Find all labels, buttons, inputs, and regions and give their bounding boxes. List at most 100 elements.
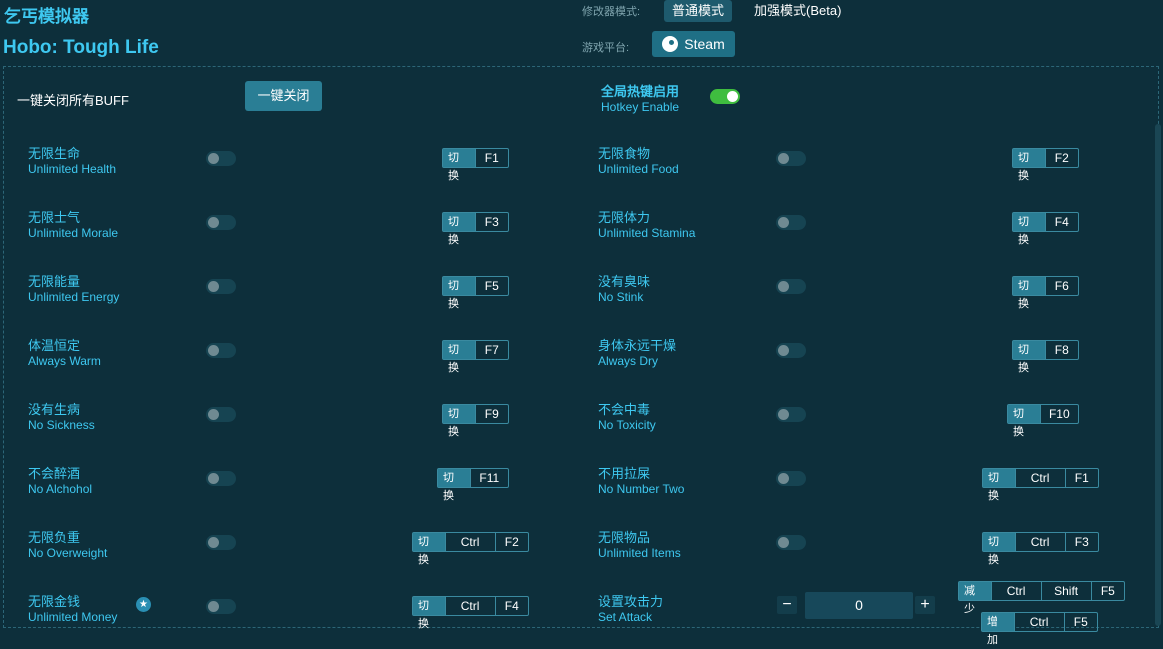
hotkey-key: F11 bbox=[469, 469, 508, 487]
toggle-knob bbox=[208, 345, 219, 356]
cheat-name-en: Unlimited Morale bbox=[28, 226, 119, 240]
hotkey-mode-label: 切换 bbox=[413, 533, 445, 566]
hotkey-key: F8 bbox=[1044, 341, 1078, 359]
normal-mode-button[interactable]: 普通模式 bbox=[664, 0, 733, 22]
hotkey-key: F5 bbox=[474, 277, 508, 295]
hotkey-key: F1 bbox=[474, 149, 508, 167]
hotkey-key: F4 bbox=[1044, 213, 1078, 231]
decrease-hotkey-button[interactable]: 减少 Ctrl Shift F5 bbox=[958, 581, 1125, 615]
attack-value-input[interactable]: 0 bbox=[805, 592, 913, 619]
hotkey-mode-label: 切换 bbox=[1013, 149, 1045, 182]
toggle-knob bbox=[778, 153, 789, 164]
hotkey-button[interactable]: 切换 Ctrl F2 bbox=[412, 532, 529, 566]
hotkey-label-cn: 全局热键启用 bbox=[601, 84, 680, 99]
hotkey-button[interactable]: 切换 F8 bbox=[1012, 340, 1079, 374]
hotkey-button[interactable]: 切换 F3 bbox=[442, 212, 509, 246]
cheat-toggle[interactable] bbox=[776, 535, 806, 550]
cheat-name-cn: 无限金钱 bbox=[28, 594, 81, 609]
hotkey-mode-label: 切换 bbox=[438, 469, 470, 502]
toggle-knob bbox=[208, 537, 219, 548]
toggle-knob bbox=[778, 217, 789, 228]
cheat-name-cn: 无限物品 bbox=[598, 530, 651, 545]
cheat-name-cn: 没有生病 bbox=[28, 402, 81, 417]
hotkey-key: Shift bbox=[1040, 582, 1091, 600]
close-all-button[interactable]: 一键关闭 bbox=[245, 81, 322, 111]
cheat-toggle[interactable] bbox=[776, 279, 806, 294]
cheat-name-en: Unlimited Health bbox=[28, 162, 117, 176]
hotkey-button[interactable]: 切换 F5 bbox=[442, 276, 509, 310]
cheat-toggle[interactable] bbox=[206, 407, 236, 422]
cheat-name-cn: 无限士气 bbox=[28, 210, 81, 225]
hotkey-button[interactable]: 切换 F6 bbox=[1012, 276, 1079, 310]
cheat-toggle[interactable] bbox=[776, 215, 806, 230]
cheat-name-en: Unlimited Energy bbox=[28, 290, 120, 304]
cheat-name-cn: 不会醉酒 bbox=[28, 466, 81, 481]
cheat-name-cn: 不用拉屎 bbox=[598, 466, 651, 481]
mode-label: 修改器模式: bbox=[582, 6, 641, 18]
toggle-knob bbox=[208, 281, 219, 292]
hotkey-button[interactable]: 切换 F2 bbox=[1012, 148, 1079, 182]
scrollbar[interactable] bbox=[1155, 124, 1161, 626]
game-title: Hobo: Tough Life bbox=[3, 37, 159, 58]
toggle-knob bbox=[727, 91, 738, 102]
hotkey-mode-label: 切换 bbox=[1013, 341, 1045, 374]
cheat-toggle[interactable] bbox=[206, 343, 236, 358]
hotkey-button[interactable]: 切换 F4 bbox=[1012, 212, 1079, 246]
hotkey-button[interactable]: 切换 F10 bbox=[1007, 404, 1079, 438]
hotkey-label-en: Hotkey Enable bbox=[601, 100, 680, 114]
hotkey-button[interactable]: 切换 Ctrl F1 bbox=[982, 468, 1099, 502]
toggle-knob bbox=[208, 473, 219, 484]
hotkey-button[interactable]: 切换 F1 bbox=[442, 148, 509, 182]
cheat-toggle[interactable] bbox=[776, 343, 806, 358]
minus-button[interactable]: − bbox=[777, 596, 797, 614]
cheat-toggle[interactable] bbox=[206, 151, 236, 166]
cheat-name-en: No Alchohol bbox=[28, 482, 93, 496]
toggle-knob bbox=[208, 601, 219, 612]
hotkey-key: F5 bbox=[1063, 613, 1097, 631]
platform-label: 游戏平台: bbox=[582, 42, 630, 54]
hotkey-button[interactable]: 切换 F7 bbox=[442, 340, 509, 374]
steam-platform-button[interactable]: Steam bbox=[652, 31, 735, 57]
increase-hotkey-button[interactable]: 增加 Ctrl F5 bbox=[981, 612, 1098, 646]
toggle-knob bbox=[778, 537, 789, 548]
toggle-knob bbox=[778, 281, 789, 292]
hotkey-key: F3 bbox=[474, 213, 508, 231]
cheat-toggle[interactable] bbox=[776, 471, 806, 486]
hotkey-button[interactable]: 切换 Ctrl F4 bbox=[412, 596, 529, 630]
hotkey-button[interactable]: 切换 F11 bbox=[437, 468, 509, 502]
hotkey-button[interactable]: 切换 Ctrl F3 bbox=[982, 532, 1099, 566]
star-icon[interactable]: ★ bbox=[136, 597, 151, 612]
cheat-toggle[interactable] bbox=[776, 151, 806, 166]
cheat-name-en: Always Dry bbox=[598, 354, 659, 368]
enhanced-mode-button[interactable]: 加强模式(Beta) bbox=[746, 0, 849, 22]
cheat-toggle[interactable] bbox=[206, 599, 236, 614]
steam-icon bbox=[662, 36, 679, 52]
hotkey-enable-toggle[interactable] bbox=[710, 89, 740, 104]
cheat-toggle[interactable] bbox=[206, 471, 236, 486]
hotkey-mode-label: 切换 bbox=[443, 149, 475, 182]
hotkey-mode-label: 切换 bbox=[983, 533, 1015, 566]
hotkey-mode-label: 切换 bbox=[413, 597, 445, 630]
cheat-toggle[interactable] bbox=[206, 215, 236, 230]
hotkey-mode-label: 切换 bbox=[983, 469, 1015, 502]
hotkey-key: F3 bbox=[1064, 533, 1098, 551]
hotkey-button[interactable]: 切换 F9 bbox=[442, 404, 509, 438]
cheat-name-en: No Toxicity bbox=[598, 418, 656, 432]
hotkey-key: F6 bbox=[1044, 277, 1078, 295]
plus-button[interactable]: + bbox=[915, 596, 935, 614]
hotkey-mode-label: 切换 bbox=[1013, 277, 1045, 310]
hotkey-mode-label: 切换 bbox=[1008, 405, 1040, 438]
toggle-knob bbox=[778, 409, 789, 420]
cheat-toggle[interactable] bbox=[776, 407, 806, 422]
cheat-toggle[interactable] bbox=[206, 279, 236, 294]
cheat-toggle[interactable] bbox=[206, 535, 236, 550]
hotkey-mode-label: 切换 bbox=[443, 405, 475, 438]
cheat-name-cn: 没有臭味 bbox=[598, 274, 651, 289]
hotkey-key: F4 bbox=[494, 597, 528, 615]
hotkey-key: F5 bbox=[1090, 582, 1124, 600]
cheat-name-en: No Sickness bbox=[28, 418, 95, 432]
cheat-name-en: Unlimited Stamina bbox=[598, 226, 696, 240]
cheat-name-cn: 无限能量 bbox=[28, 274, 81, 289]
platform-name: Steam bbox=[684, 36, 725, 52]
cheat-name-en: No Number Two bbox=[598, 482, 685, 496]
